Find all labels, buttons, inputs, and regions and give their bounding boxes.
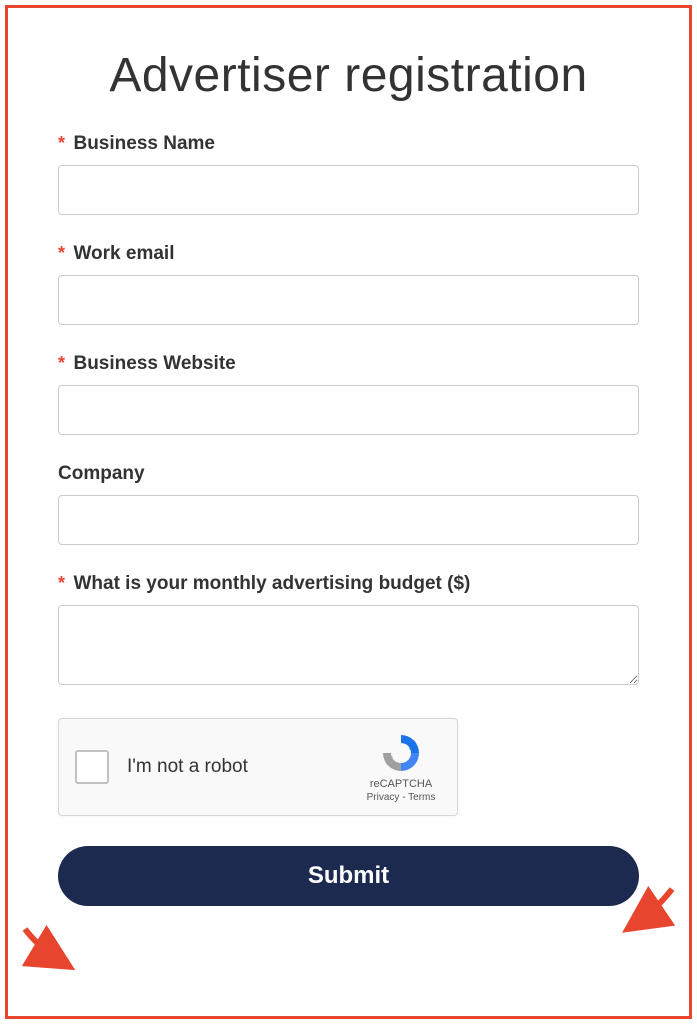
required-star: * [58, 243, 65, 263]
label-company: Company [58, 463, 145, 484]
input-company[interactable] [58, 495, 639, 545]
input-work-email[interactable] [58, 275, 639, 325]
page-title: Advertiser registration [58, 48, 639, 103]
label-business-name: Business Name [73, 133, 215, 154]
label-work-email: Work email [73, 243, 174, 264]
recaptcha-icon [379, 731, 423, 775]
recaptcha-links[interactable]: Privacy - Terms [367, 792, 436, 803]
input-budget[interactable] [58, 605, 639, 685]
field-group-business-website: * Business Website [58, 353, 639, 435]
submit-button[interactable]: Submit [58, 846, 639, 906]
required-star: * [58, 353, 65, 373]
recaptcha-label: I'm not a robot [127, 756, 361, 778]
annotation-arrow-icon [20, 924, 80, 974]
label-business-website: Business Website [73, 353, 235, 374]
recaptcha-widget: I'm not a robot reCAPTCHA Privacy - Term… [58, 718, 458, 816]
field-group-business-name: * Business Name [58, 133, 639, 215]
recaptcha-branding: reCAPTCHA Privacy - Terms [361, 731, 441, 802]
recaptcha-brand-text: reCAPTCHA [370, 777, 432, 791]
required-star: * [58, 133, 65, 153]
field-group-budget: * What is your monthly advertising budge… [58, 573, 639, 690]
field-group-work-email: * Work email [58, 243, 639, 325]
form-frame: Advertiser registration * Business Name … [5, 5, 692, 1019]
label-budget: What is your monthly advertising budget … [73, 573, 470, 594]
input-business-name[interactable] [58, 165, 639, 215]
field-group-company: Company [58, 463, 639, 545]
required-star: * [58, 573, 65, 593]
recaptcha-checkbox[interactable] [75, 750, 109, 784]
input-business-website[interactable] [58, 385, 639, 435]
